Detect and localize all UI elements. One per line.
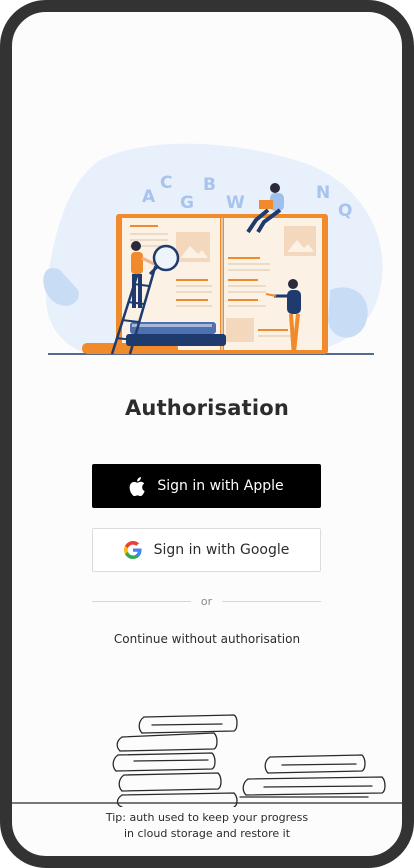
letter-c: C	[160, 173, 172, 193]
reading-illustration: A C G B W N Q	[43, 143, 383, 355]
phone-frame: A C G B W N Q Authorisation Sign in with…	[0, 0, 414, 868]
continue-without-auth-link[interactable]: Continue without authorisation	[12, 632, 402, 646]
books-line-art	[12, 714, 402, 807]
tip-line-1: Tip: auth used to keep your progress	[105, 811, 309, 824]
letter-n: N	[316, 183, 330, 203]
tip-text: Tip: auth used to keep your progress in …	[12, 810, 402, 842]
google-button-label: Sign in with Google	[153, 542, 290, 558]
tip-line-2: in cloud storage and restore it	[123, 827, 291, 840]
letter-q: Q	[338, 201, 352, 221]
sign-in-with-google-button[interactable]: Sign in with Google	[92, 528, 321, 572]
apple-button-label: Sign in with Apple	[157, 478, 284, 494]
divider-line-right	[222, 600, 322, 602]
page-title: Authorisation	[124, 396, 290, 420]
letter-w: W	[226, 193, 245, 213]
sign-in-with-apple-button[interactable]: Sign in with Apple	[92, 464, 321, 508]
letter-b: B	[203, 175, 216, 195]
apple-icon	[129, 476, 145, 496]
divider-line-left	[92, 600, 191, 602]
or-divider: or	[92, 593, 322, 609]
letter-g: G	[180, 193, 194, 213]
google-icon	[123, 541, 142, 559]
letter-a: A	[142, 187, 156, 207]
divider-text: or	[200, 594, 213, 608]
